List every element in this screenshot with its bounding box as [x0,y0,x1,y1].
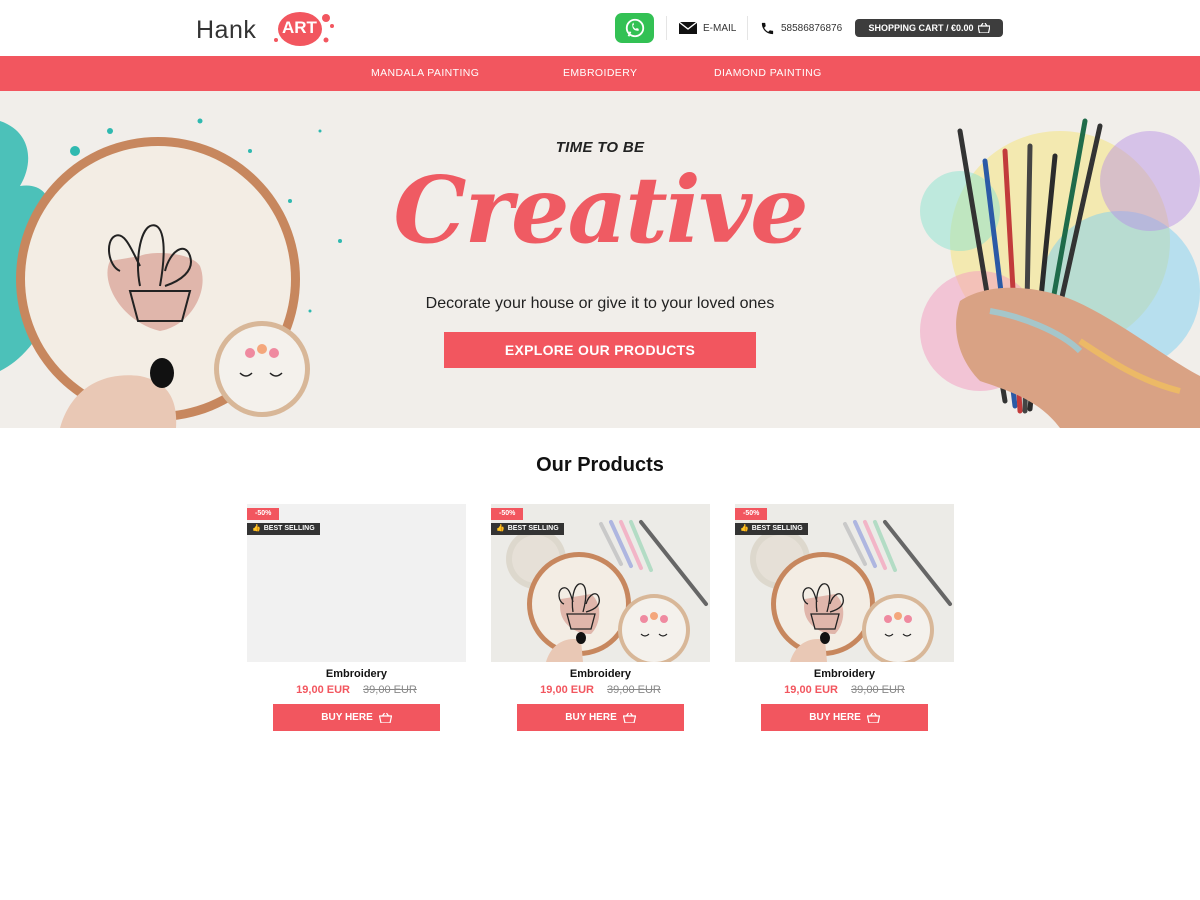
product-prices: 19,00 EUR 39,00 EUR [735,684,954,696]
email-link[interactable]: E-MAIL [679,19,736,37]
basket-icon [378,712,392,723]
product-prices: 19,00 EUR 39,00 EUR [247,684,466,696]
logo-text: Hank [196,16,257,44]
best-selling-badge: 👍 BEST SELLING [735,523,808,535]
buy-here-label: BUY HERE [565,712,617,723]
product-price: 19,00 EUR [784,684,838,696]
product-old-price: 39,00 EUR [363,684,417,696]
whatsapp-button[interactable] [615,13,654,43]
nav-item-diamond-painting[interactable]: DIAMOND PAINTING [714,67,822,79]
thumbs-up-icon: 👍 [740,525,749,532]
sale-badge: -50% [247,508,280,520]
buy-here-button[interactable]: BUY HERE [761,704,928,731]
product-name[interactable]: Embroidery [491,668,710,680]
explore-products-button[interactable]: EXPLORE OUR PRODUCTS [444,332,756,368]
site-header: Hank ART E-MAIL 58586876876 SHOPPING CAR… [0,0,1200,56]
shopping-cart-button[interactable]: SHOPPING CART / €0.00 [855,19,1003,37]
header-divider [747,16,748,40]
main-nav: MANDALA PAINTING EMBROIDERY DIAMOND PAIN… [0,56,1200,91]
header-divider [666,16,667,40]
phone-link[interactable]: 58586876876 [760,19,842,37]
buy-here-label: BUY HERE [321,712,373,723]
product-price: 19,00 EUR [540,684,594,696]
basket-icon [866,712,880,723]
site-logo[interactable]: Hank ART [196,8,356,52]
best-selling-label: BEST SELLING [751,525,803,532]
best-selling-label: BEST SELLING [263,525,315,532]
nav-item-mandala-painting[interactable]: MANDALA PAINTING [371,67,479,79]
hero-kicker: TIME TO BE [555,139,645,156]
hero-banner: TIME TO BE Creative Decorate your house … [0,91,1200,428]
basket-icon [977,23,990,33]
phone-icon [761,22,774,34]
thumbs-up-icon: 👍 [496,525,505,532]
buy-here-label: BUY HERE [809,712,861,723]
whatsapp-icon [625,18,644,38]
sale-badge: -50% [735,508,768,520]
product-image-placeholder[interactable]: -50% 👍 BEST SELLING [247,504,466,662]
logo-badge: ART [282,18,317,37]
buy-here-button[interactable]: BUY HERE [517,704,684,731]
basket-icon [622,712,636,723]
product-old-price: 39,00 EUR [607,684,661,696]
nav-item-embroidery[interactable]: EMBROIDERY [563,67,637,79]
product-card[interactable]: -50% 👍 BEST SELLING Embroidery 19,00 EUR… [735,504,954,732]
hero-subtitle: Decorate your house or give it to your l… [425,295,775,312]
product-image[interactable]: -50% 👍 BEST SELLING [735,504,954,662]
hero-title: Creative [393,156,808,264]
best-selling-badge: 👍 BEST SELLING [491,523,564,535]
sale-badge: -50% [491,508,524,520]
product-name[interactable]: Embroidery [247,668,466,680]
best-selling-label: BEST SELLING [507,525,559,532]
cart-label: SHOPPING CART / €0.00 [868,23,974,33]
product-price: 19,00 EUR [296,684,350,696]
email-label: E-MAIL [703,22,737,34]
buy-here-button[interactable]: BUY HERE [273,704,440,731]
products-section-title: Our Products [536,454,664,476]
best-selling-badge: 👍 BEST SELLING [247,523,320,535]
thumbs-up-icon: 👍 [252,525,261,532]
product-old-price: 39,00 EUR [851,684,905,696]
phone-number: 58586876876 [781,22,843,34]
product-image[interactable]: -50% 👍 BEST SELLING [491,504,710,662]
product-prices: 19,00 EUR 39,00 EUR [491,684,710,696]
product-name[interactable]: Embroidery [735,668,954,680]
product-card[interactable]: -50% 👍 BEST SELLING Embroidery 19,00 EUR… [247,504,466,732]
mail-icon [679,22,697,34]
product-card[interactable]: -50% 👍 BEST SELLING Embroidery 19,00 EUR… [491,504,710,732]
